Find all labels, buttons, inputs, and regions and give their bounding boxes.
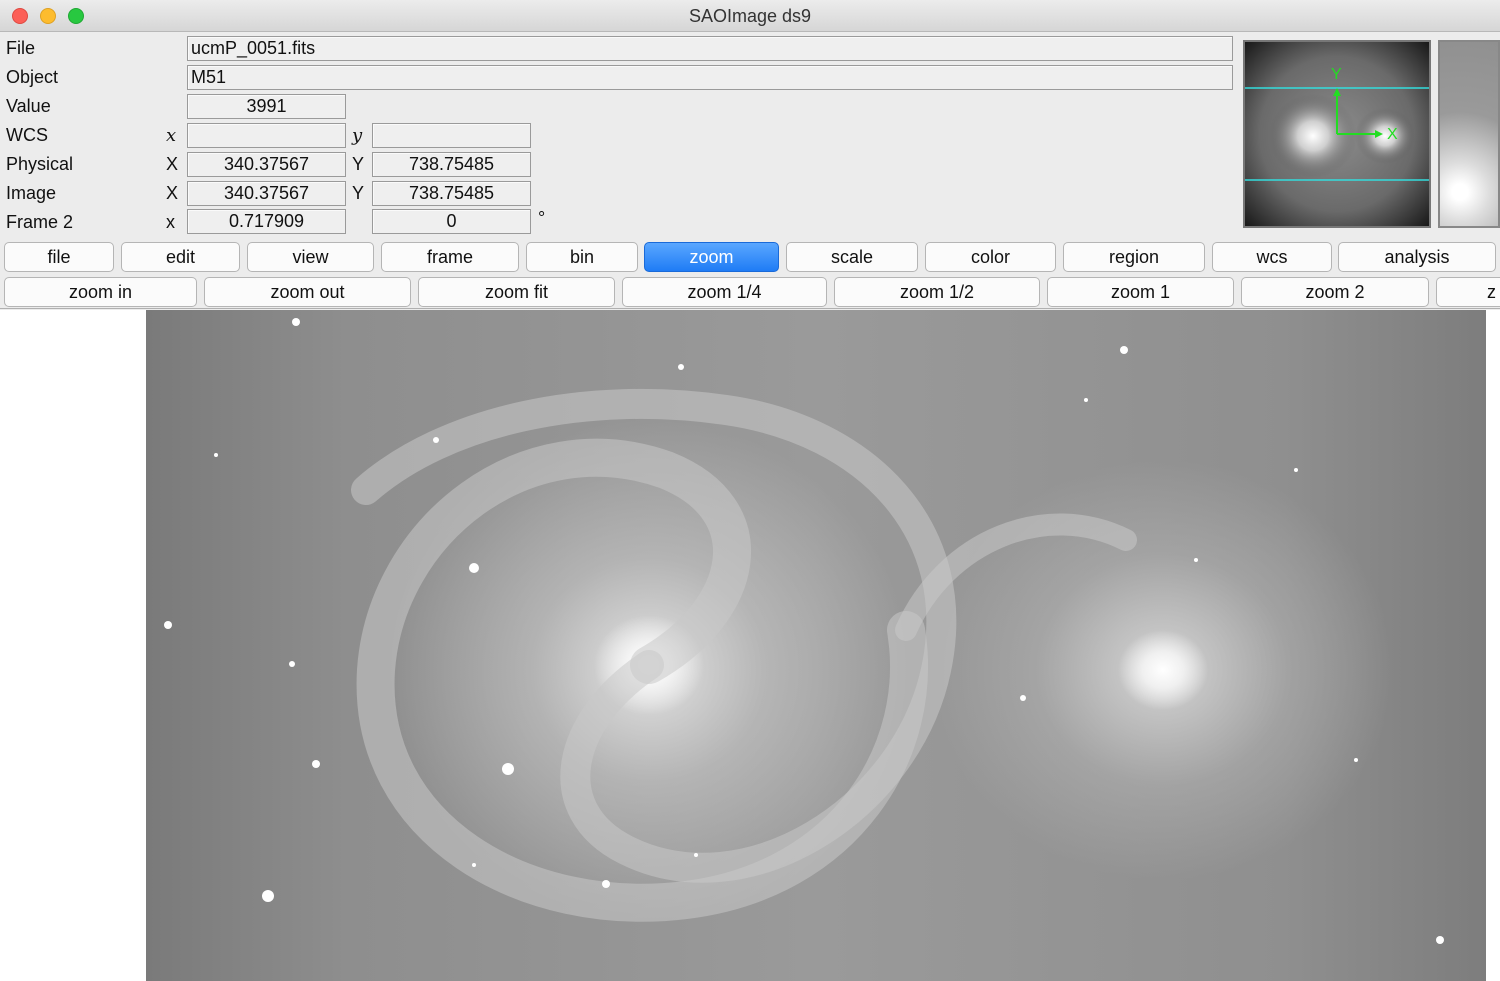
- menu-button-scale[interactable]: scale: [786, 242, 918, 272]
- zoom-quarter-button[interactable]: zoom 1/4: [622, 277, 827, 307]
- pixel-value-field: 3991: [187, 94, 346, 119]
- wcs-y-field: [372, 123, 531, 148]
- value-label: Value: [6, 96, 51, 116]
- image-label: Image: [6, 183, 57, 203]
- zoom-half-button[interactable]: zoom 1/2: [834, 277, 1040, 307]
- zoom-1-button[interactable]: zoom 1: [1047, 277, 1234, 307]
- wcs-x-axis-label: x: [166, 125, 177, 146]
- physical-x-field: 340.37567: [187, 152, 346, 177]
- physical-y-axis-label: Y: [352, 154, 365, 174]
- wcs-y-axis-label: y: [352, 125, 363, 146]
- magnifier: [1438, 40, 1500, 228]
- zoom-4-button-truncated[interactable]: z: [1436, 277, 1500, 307]
- rotation-angle-field: 0: [372, 209, 531, 234]
- menu-button-frame[interactable]: frame: [381, 242, 519, 272]
- image-canvas[interactable]: [0, 310, 1500, 981]
- compass-y-label: Y: [1331, 66, 1342, 83]
- physical-y-field: 738.75485: [372, 152, 531, 177]
- fits-image[interactable]: [146, 310, 1486, 981]
- frame-zoom-axis-label: x: [166, 212, 175, 232]
- menu-button-view[interactable]: view: [247, 242, 374, 272]
- degree-unit-label: °: [538, 208, 546, 228]
- file-label: File: [6, 38, 36, 58]
- image-y-axis-label: Y: [352, 183, 365, 203]
- wcs-label: WCS: [6, 125, 48, 145]
- main-button-bar: file edit view frame bin zoom scale colo…: [0, 242, 1500, 274]
- zoom-fit-button[interactable]: zoom fit: [418, 277, 615, 307]
- zoom-in-button[interactable]: zoom in: [4, 277, 197, 307]
- menu-button-edit[interactable]: edit: [121, 242, 240, 272]
- zoom-button-bar: zoom in zoom out zoom fit zoom 1/4 zoom …: [0, 277, 1500, 309]
- zoom-factor-field: 0.717909: [187, 209, 346, 234]
- physical-label: Physical: [6, 154, 74, 174]
- object-field: M51: [187, 65, 1233, 90]
- window-title: SAOImage ds9: [688, 6, 812, 26]
- wcs-x-field: [187, 123, 346, 148]
- menu-button-bin[interactable]: bin: [526, 242, 638, 272]
- image-x-axis-label: X: [166, 183, 179, 203]
- menu-button-color[interactable]: color: [925, 242, 1056, 272]
- image-y-field: 738.75485: [372, 181, 531, 206]
- menu-button-file[interactable]: file: [4, 242, 114, 272]
- title-bar: SAOImage ds9: [0, 0, 1500, 32]
- menu-button-wcs[interactable]: wcs: [1212, 242, 1332, 272]
- compass-x-label: X: [1387, 126, 1398, 143]
- frame-label: Frame 2: [6, 212, 74, 232]
- panner[interactable]: Y X: [1243, 40, 1431, 228]
- physical-x-axis-label: X: [166, 154, 179, 174]
- zoom-2-button[interactable]: zoom 2: [1241, 277, 1429, 307]
- menu-button-region[interactable]: region: [1063, 242, 1205, 272]
- file-name-field: ucmP_0051.fits: [187, 36, 1233, 61]
- object-label: Object: [6, 67, 59, 87]
- image-x-field: 340.37567: [187, 181, 346, 206]
- zoom-out-button[interactable]: zoom out: [204, 277, 411, 307]
- galaxy-image-render: [164, 318, 1444, 944]
- menu-button-analysis[interactable]: analysis: [1338, 242, 1496, 272]
- menu-button-zoom[interactable]: zoom: [644, 242, 779, 272]
